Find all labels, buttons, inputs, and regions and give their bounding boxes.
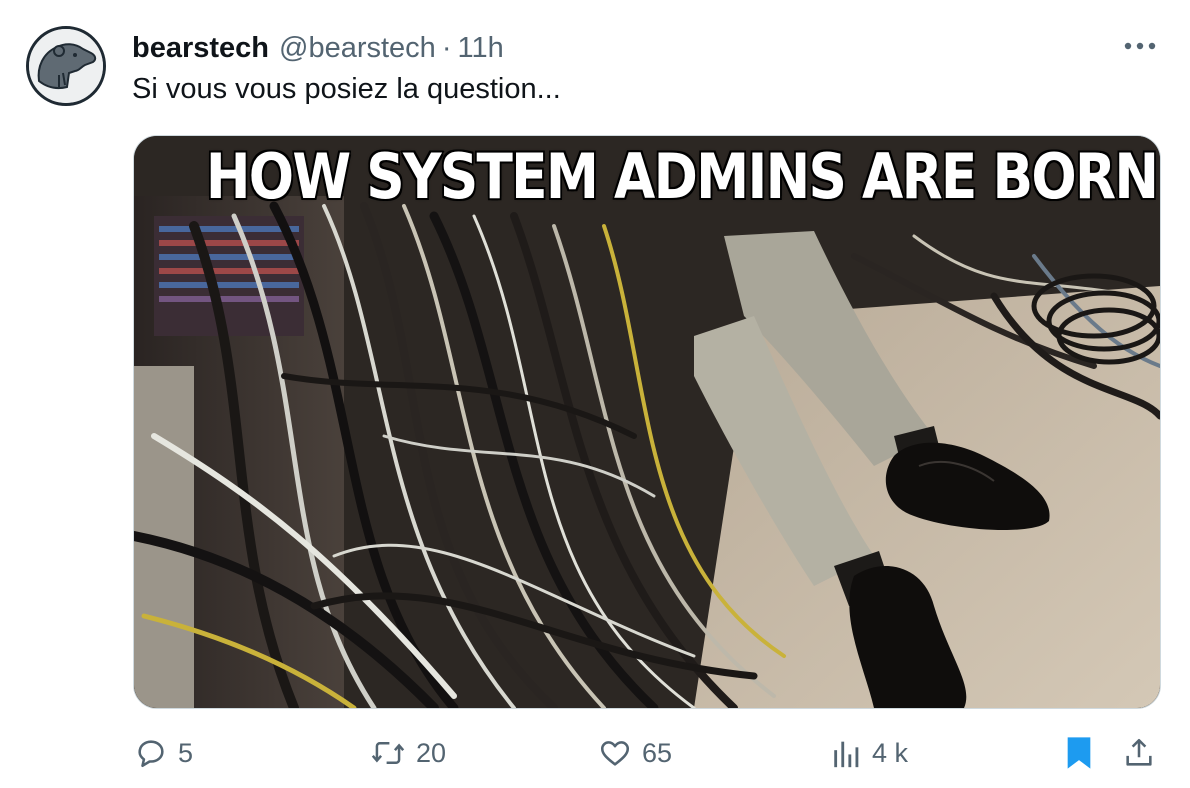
separator-dot: ·: [441, 31, 452, 64]
heart-icon: [600, 741, 630, 766]
user-handle[interactable]: @bearstech: [279, 32, 436, 65]
more-horizontal-icon: [1124, 42, 1156, 50]
like-count: 65: [642, 737, 673, 768]
reply-button[interactable]: 5: [134, 728, 193, 778]
reply-count: 5: [178, 737, 194, 768]
meme-caption: HOW SYSTEM ADMINS ARE BORN: [205, 139, 1160, 215]
avatar[interactable]: [26, 26, 106, 106]
tweet-actions: 5 20 65 4 k: [0, 728, 1190, 778]
share-button[interactable]: [1122, 728, 1156, 778]
bookmark-filled-icon: [1067, 737, 1091, 769]
tweet-media-image[interactable]: HOW SYSTEM ADMINS ARE BORN: [133, 135, 1161, 709]
views-button[interactable]: 4 k: [832, 728, 908, 778]
tweet-text: Si vous vous posiez la question...: [132, 73, 561, 105]
repost-arrows-icon: [371, 742, 405, 764]
display-name[interactable]: bearstech: [132, 32, 269, 65]
views-count: 4 k: [872, 737, 909, 768]
bookmark-button[interactable]: [1062, 728, 1096, 778]
timestamp[interactable]: 11h: [457, 32, 503, 65]
repost-button[interactable]: 20: [370, 728, 446, 778]
share-upload-icon: [1126, 738, 1152, 766]
meme-photo: [134, 136, 1160, 708]
repost-count: 20: [416, 737, 447, 768]
bear-logo-icon: [29, 29, 103, 103]
comment-bubble-icon: [138, 740, 164, 768]
more-button[interactable]: [1120, 30, 1160, 60]
bar-chart-icon: [834, 741, 859, 768]
tweet-header: bearstech @bearstech · 11h: [132, 28, 504, 68]
like-button[interactable]: 65: [598, 728, 672, 778]
